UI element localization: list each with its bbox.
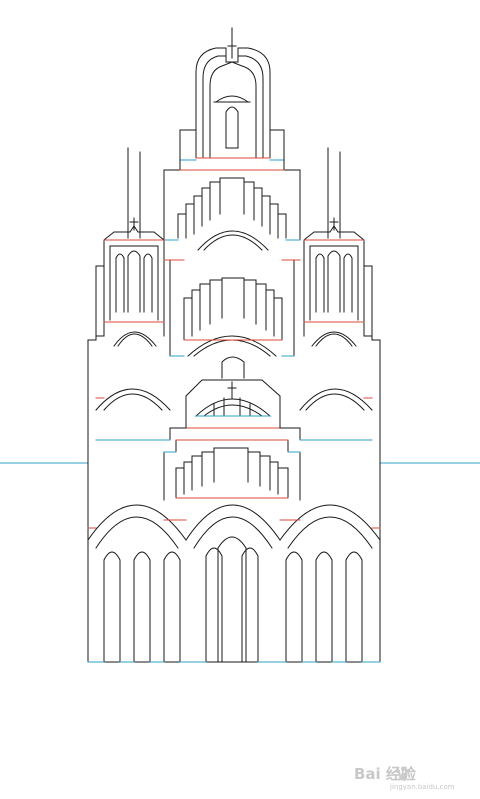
watermark-brand: Bai 经验 xyxy=(354,765,417,783)
upper-gable xyxy=(163,159,301,251)
lower-vault xyxy=(163,439,301,501)
upper-gable-folds xyxy=(163,169,301,241)
dome-fold-lines xyxy=(179,157,285,161)
right-spire xyxy=(303,147,373,347)
middle-vault xyxy=(169,259,295,357)
base-arcade xyxy=(87,461,381,663)
watermark-url: jingyan.baidu.com xyxy=(389,783,455,791)
portal-folds xyxy=(185,415,281,429)
kirigami-cathedral-pattern: Bai 经验 jingyan.baidu.com xyxy=(0,0,480,799)
baidu-jingyan-watermark: Bai 经验 jingyan.baidu.com xyxy=(354,765,455,791)
side-arches-folds xyxy=(95,397,373,441)
base-arcade-folds xyxy=(87,519,381,663)
spire-folds xyxy=(95,239,373,337)
small-dome-portal xyxy=(185,356,281,429)
left-spire xyxy=(95,147,165,347)
central-dome-tower xyxy=(179,27,285,171)
